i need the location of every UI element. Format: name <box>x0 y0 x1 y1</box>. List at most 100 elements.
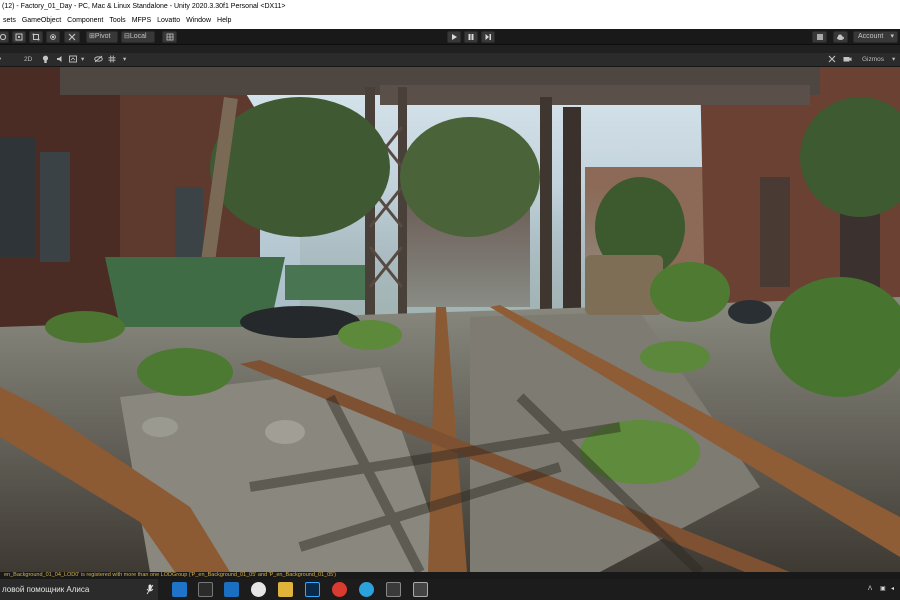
account-dropdown[interactable]: Account ▾ <box>853 31 898 43</box>
explorer-icon[interactable] <box>278 582 293 597</box>
tree-canopy <box>210 97 390 237</box>
right-column-2 <box>563 107 581 317</box>
rock-2 <box>265 420 305 444</box>
custom-tool-button[interactable] <box>64 31 80 43</box>
eye-slash-icon <box>94 55 103 63</box>
store-icon[interactable] <box>198 582 213 597</box>
pivot-label: Pivot <box>94 33 111 40</box>
steel-tower-right <box>398 87 407 327</box>
menu-item-component[interactable]: Component <box>64 13 106 29</box>
rotate-icon <box>0 33 6 41</box>
taskbar: ловой помощник Алиса ᐱ ▣ ◂ <box>0 579 900 600</box>
assistant-search-box[interactable]: ловой помощник Алиса <box>0 579 158 600</box>
mail-icon[interactable] <box>224 582 239 597</box>
telegram-icon[interactable] <box>359 582 374 597</box>
chevron-up-icon[interactable]: ᐱ <box>868 583 876 596</box>
menu-item-tools[interactable]: Tools <box>106 13 128 29</box>
pause-button[interactable] <box>464 31 478 43</box>
scale-icon <box>15 33 23 41</box>
tools-icon <box>68 33 76 41</box>
menu-item-lovatto[interactable]: Lovatto <box>154 13 183 29</box>
menu-item-assets[interactable]: sets <box>0 13 19 29</box>
grass-clump-2 <box>137 348 233 396</box>
step-button[interactable] <box>481 31 495 43</box>
chevron-down-icon: ▾ <box>890 33 894 40</box>
speaker-icon <box>57 56 62 62</box>
rock <box>142 417 178 437</box>
menu-item-mfps[interactable]: MFPS <box>129 13 154 29</box>
volume-icon[interactable]: ◂ <box>891 583 899 596</box>
light-bulb-icon <box>42 55 49 63</box>
local-toggle[interactable]: ⊟Local <box>121 31 155 43</box>
transform-icon <box>50 34 56 40</box>
pause-icon <box>468 34 474 40</box>
grid-snap-button[interactable] <box>162 31 177 43</box>
scene-tools-button[interactable] <box>828 55 838 65</box>
gizmos-chevron-icon[interactable]: ▾ <box>892 55 900 65</box>
menu-item-gameobject[interactable]: GameObject <box>19 13 64 29</box>
scene-render <box>0 67 900 572</box>
grass-clump-7 <box>45 311 125 343</box>
yandex-icon[interactable] <box>251 582 266 597</box>
menu-bar: sets GameObject Component Tools MFPS Lovatto W… <box>0 13 900 29</box>
main-toolbar: ⊞Pivot ⊟Local Account ▾ <box>0 29 900 45</box>
menu-item-window[interactable]: Window <box>183 13 214 29</box>
camera-dropdown[interactable] <box>843 55 861 65</box>
grid-icon <box>108 55 116 63</box>
grid-toggle[interactable] <box>108 55 118 65</box>
network-icon[interactable]: ▣ <box>880 583 888 596</box>
collab-icon <box>816 34 823 40</box>
gizmos-label: Gizmos <box>862 56 885 63</box>
microphone-icon[interactable] <box>146 584 154 595</box>
rect-tool-icon <box>32 33 40 41</box>
play-button[interactable] <box>447 31 461 43</box>
left-window <box>0 137 35 257</box>
grass-clump-6 <box>640 341 710 373</box>
audio-toggle[interactable] <box>56 55 65 65</box>
step-icon <box>485 34 491 40</box>
shading-mode-dropdown[interactable]: ▾ <box>0 55 8 65</box>
left-window-2 <box>40 152 70 262</box>
grass-clump <box>338 320 402 350</box>
gizmos-dropdown[interactable]: Gizmos <box>862 55 892 65</box>
overhead-beam <box>380 85 810 105</box>
search-text: ловой помощник Алиса <box>2 585 90 594</box>
yandex-browser-icon[interactable] <box>332 582 347 597</box>
cloud-icon <box>837 34 844 40</box>
cloud-button[interactable] <box>833 31 848 43</box>
camera-icon <box>843 57 852 62</box>
toggle-2d-button[interactable]: 2D <box>24 55 36 65</box>
rect-tool-button[interactable] <box>29 31 43 43</box>
scene-view-toolbar: ▾ 2D ▾ ▾ Gizmos ▾ <box>0 53 900 67</box>
photoshop-icon[interactable] <box>305 582 320 597</box>
tree-canopy-2 <box>400 117 540 237</box>
scene-tools-dropdown[interactable]: ▾ <box>123 55 133 65</box>
menu-item-help[interactable]: Help <box>214 13 234 29</box>
collab-button[interactable] <box>812 31 827 43</box>
grid-snap-icon <box>166 33 173 41</box>
window-title: (12) - Factory_01_Day - PC, Mac & Linux … <box>0 0 900 13</box>
debris-pile-right <box>728 300 772 324</box>
local-label: Local <box>129 33 147 40</box>
unity-icon[interactable] <box>413 582 428 597</box>
tools-icon <box>828 55 836 63</box>
transform-tool-button[interactable] <box>46 31 60 43</box>
chevron-down-icon: ▾ <box>81 56 85 63</box>
scale-tool-button[interactable] <box>12 31 26 43</box>
green-container-2 <box>285 265 365 300</box>
rotate-tool-button[interactable] <box>0 31 9 43</box>
right-column <box>540 97 552 317</box>
play-icon <box>452 34 457 40</box>
console-warning[interactable]: en_Background_01_04_LOD0' is registered … <box>0 572 900 579</box>
panel-gap <box>0 45 900 53</box>
lighting-toggle[interactable] <box>42 55 51 65</box>
scene-viewport[interactable] <box>0 67 900 572</box>
effects-dropdown[interactable]: ▾ <box>69 55 89 65</box>
edge-icon[interactable] <box>172 582 187 597</box>
hidden-objects-toggle[interactable] <box>94 55 104 65</box>
unity-hub-icon[interactable] <box>386 582 401 597</box>
pivot-toggle[interactable]: ⊞Pivot <box>86 31 118 43</box>
account-label: Account <box>858 33 884 40</box>
right-window-2 <box>760 177 790 287</box>
effects-icon <box>69 55 77 63</box>
